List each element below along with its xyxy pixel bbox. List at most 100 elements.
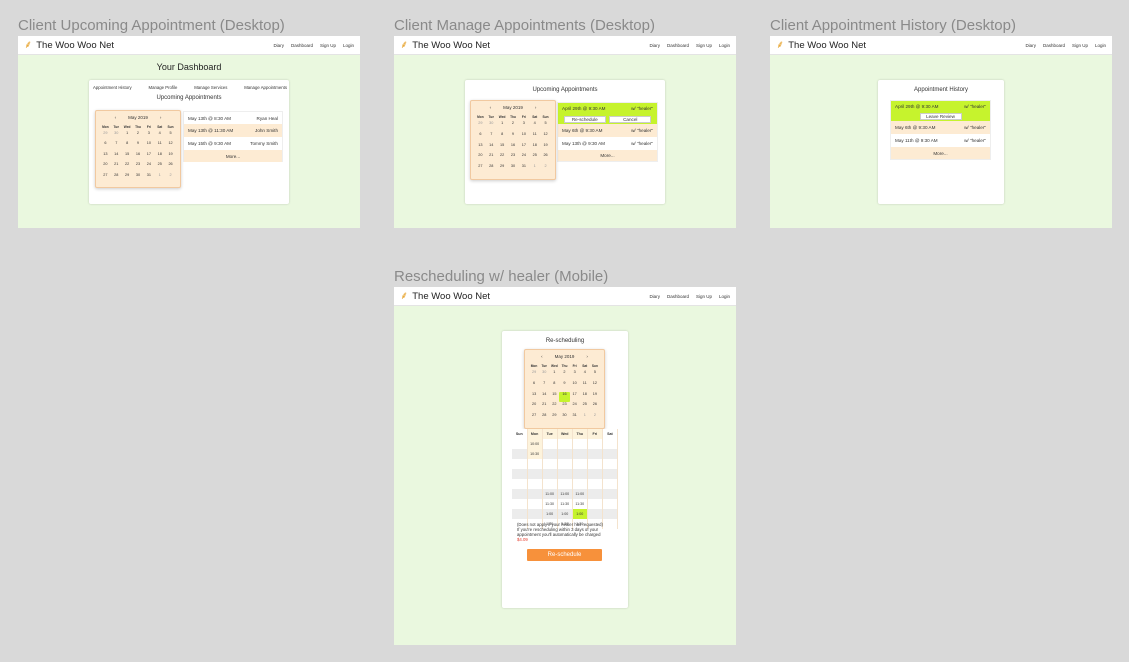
calendar-day[interactable]: 2 bbox=[590, 413, 600, 424]
nav-diary[interactable]: Diary bbox=[1025, 43, 1036, 48]
calendar-day[interactable]: 3 bbox=[143, 131, 154, 141]
nav-dashboard[interactable]: Dashboard bbox=[667, 43, 689, 48]
more-link[interactable]: More... bbox=[891, 147, 990, 159]
calendar-day[interactable]: 4 bbox=[580, 370, 590, 381]
calendar-day[interactable]: 15 bbox=[549, 392, 559, 403]
calendar-day[interactable]: 11 bbox=[154, 141, 165, 151]
calendar-day[interactable]: 3 bbox=[518, 121, 529, 132]
chevron-left-icon[interactable]: ‹ bbox=[541, 354, 543, 359]
calendar-day[interactable]: 1 bbox=[549, 370, 559, 381]
calendar-day[interactable]: 8 bbox=[497, 132, 508, 143]
calendar-day[interactable]: 23 bbox=[508, 153, 519, 164]
calendar-day[interactable]: 23 bbox=[559, 402, 569, 413]
calendar-day[interactable]: 22 bbox=[549, 402, 559, 413]
calendar-day[interactable]: 7 bbox=[111, 141, 122, 151]
calendar-day[interactable]: 14 bbox=[486, 143, 497, 154]
calendar-day[interactable]: 16 bbox=[133, 152, 144, 162]
calendar-day[interactable]: 1 bbox=[529, 164, 540, 175]
reschedule-submit-button[interactable]: Re-schedule bbox=[527, 549, 602, 561]
schedule-slot[interactable]: 1:00 bbox=[542, 509, 558, 519]
calendar-day[interactable]: 26 bbox=[165, 162, 176, 172]
calendar-day[interactable]: 21 bbox=[111, 162, 122, 172]
calendar-day[interactable]: 10 bbox=[570, 381, 580, 392]
calendar-day[interactable]: 18 bbox=[154, 152, 165, 162]
calendar-day[interactable]: 9 bbox=[508, 132, 519, 143]
schedule-slot[interactable]: 11:00 bbox=[572, 489, 588, 499]
calendar-day[interactable]: 6 bbox=[475, 132, 486, 143]
nav-sign-up[interactable]: Sign Up bbox=[696, 43, 712, 48]
calendar-day[interactable]: 12 bbox=[590, 381, 600, 392]
calendar-day[interactable]: 2 bbox=[540, 164, 551, 175]
logo[interactable]: ⸙ The Woo Woo Net bbox=[400, 290, 490, 302]
calendar-day[interactable]: 11 bbox=[529, 132, 540, 143]
calendar-day[interactable]: 5 bbox=[165, 131, 176, 141]
calendar-day[interactable]: 27 bbox=[475, 164, 486, 175]
calendar-day[interactable]: 31 bbox=[570, 413, 580, 424]
calendar-day[interactable]: 6 bbox=[529, 381, 539, 392]
calendar-day[interactable]: 29 bbox=[122, 173, 133, 183]
calendar-day[interactable]: 8 bbox=[549, 381, 559, 392]
calendar-day[interactable]: 2 bbox=[165, 173, 176, 183]
calendar-day[interactable]: 17 bbox=[518, 143, 529, 154]
tab-appointment-history[interactable]: Appointment History bbox=[93, 85, 132, 90]
calendar-day[interactable]: 23 bbox=[133, 162, 144, 172]
calendar-day[interactable]: 27 bbox=[100, 173, 111, 183]
calendar-day[interactable]: 10 bbox=[143, 141, 154, 151]
calendar-day[interactable]: 6 bbox=[100, 141, 111, 151]
schedule-slot[interactable]: 11:30 bbox=[557, 499, 573, 509]
nav-dashboard[interactable]: Dashboard bbox=[291, 43, 313, 48]
calendar-day[interactable]: 4 bbox=[154, 131, 165, 141]
calendar-day[interactable]: 18 bbox=[529, 143, 540, 154]
calendar-day[interactable]: 10 bbox=[518, 132, 529, 143]
schedule-slot[interactable]: 11:00 bbox=[557, 489, 573, 499]
calendar-day[interactable]: 14 bbox=[111, 152, 122, 162]
logo[interactable]: ⸙ The Woo Woo Net bbox=[776, 39, 866, 51]
calendar-day[interactable]: 18 bbox=[580, 392, 590, 403]
calendar-day[interactable]: 13 bbox=[100, 152, 111, 162]
calendar-day[interactable]: 14 bbox=[539, 392, 549, 403]
calendar-day[interactable]: 28 bbox=[539, 413, 549, 424]
calendar-day[interactable]: 30 bbox=[111, 131, 122, 141]
calendar-day[interactable]: 19 bbox=[165, 152, 176, 162]
calendar-day[interactable]: 25 bbox=[154, 162, 165, 172]
reschedule-button[interactable]: Re-schedule bbox=[563, 115, 606, 123]
appointment-row[interactable]: May 15th @ 9:30 AM Tommy Smith bbox=[184, 137, 282, 150]
appointment-row-selected[interactable]: April 29th @ 9:30 AM w/ "healer" bbox=[891, 101, 990, 112]
calendar-day[interactable]: 13 bbox=[475, 143, 486, 154]
calendar-day[interactable]: 25 bbox=[529, 153, 540, 164]
calendar-day[interactable]: 19 bbox=[540, 143, 551, 154]
appointment-row[interactable]: May 13th @ 8:30 AM Ryan Heal bbox=[184, 112, 282, 124]
appointment-row[interactable]: May 13th @ 9:30 AM w/ "healer" bbox=[558, 137, 657, 150]
calendar-day[interactable]: 31 bbox=[143, 173, 154, 183]
calendar-day[interactable]: 29 bbox=[549, 413, 559, 424]
nav-login[interactable]: Login bbox=[1095, 43, 1106, 48]
calendar-day[interactable]: 29 bbox=[529, 370, 539, 381]
calendar-day[interactable]: 26 bbox=[540, 153, 551, 164]
calendar-day[interactable]: 24 bbox=[518, 153, 529, 164]
schedule-slot[interactable]: 10:30 bbox=[527, 449, 543, 459]
nav-sign-up[interactable]: Sign Up bbox=[696, 294, 712, 299]
calendar-day[interactable]: 19 bbox=[590, 392, 600, 403]
calendar-day[interactable]: 4 bbox=[529, 121, 540, 132]
calendar-day[interactable]: 5 bbox=[590, 370, 600, 381]
nav-login[interactable]: Login bbox=[719, 43, 730, 48]
calendar-day[interactable]: 30 bbox=[486, 121, 497, 132]
calendar-day[interactable]: 22 bbox=[122, 162, 133, 172]
appointment-row[interactable]: May 6th @ 9:30 AM w/ "healer" bbox=[558, 124, 657, 137]
nav-login[interactable]: Login bbox=[719, 294, 730, 299]
tab-manage-profile[interactable]: Manage Profile bbox=[149, 85, 178, 90]
appointment-row[interactable]: May 13th @ 11:30 AM John Smith bbox=[184, 124, 282, 137]
nav-diary[interactable]: Diary bbox=[273, 43, 284, 48]
appointment-row[interactable]: May 6th @ 9:30 AM w/ "healer" bbox=[891, 121, 990, 134]
calendar-day[interactable]: 30 bbox=[539, 370, 549, 381]
calendar-day[interactable]: 17 bbox=[570, 392, 580, 403]
calendar-day[interactable]: 20 bbox=[529, 402, 539, 413]
appointment-row-selected[interactable]: April 29th @ 9:30 AM w/ "healer" bbox=[558, 103, 657, 114]
calendar-day[interactable]: 5 bbox=[540, 121, 551, 132]
calendar-day[interactable]: 20 bbox=[100, 162, 111, 172]
calendar-day[interactable]: 16 bbox=[508, 143, 519, 154]
nav-diary[interactable]: Diary bbox=[649, 43, 660, 48]
calendar-day[interactable]: 31 bbox=[518, 164, 529, 175]
calendar-day[interactable]: 27 bbox=[529, 413, 539, 424]
schedule-slot[interactable]: 1:00 bbox=[557, 509, 573, 519]
